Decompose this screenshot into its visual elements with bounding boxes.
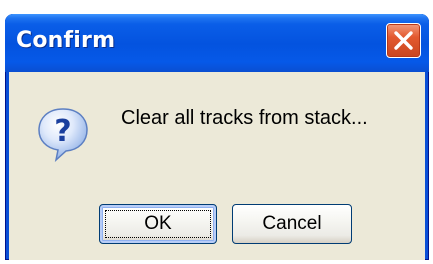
- close-button[interactable]: [386, 23, 421, 58]
- dialog-message: Clear all tracks from stack...: [121, 107, 368, 129]
- dialog-body: ? Clear all tracks from stack... OK Canc…: [9, 72, 425, 260]
- cancel-button[interactable]: Cancel: [232, 204, 352, 244]
- question-icon: ?: [38, 108, 88, 162]
- dialog-title: Confirm: [16, 28, 116, 53]
- ok-button[interactable]: OK: [99, 204, 217, 244]
- cancel-button-label: Cancel: [262, 213, 322, 234]
- title-bar[interactable]: Confirm: [5, 14, 429, 72]
- ok-button-label: OK: [144, 213, 172, 234]
- svg-text:?: ?: [54, 114, 71, 149]
- confirm-dialog: Confirm ? Clear all tracks from stack...…: [5, 14, 429, 260]
- close-icon: [394, 31, 413, 50]
